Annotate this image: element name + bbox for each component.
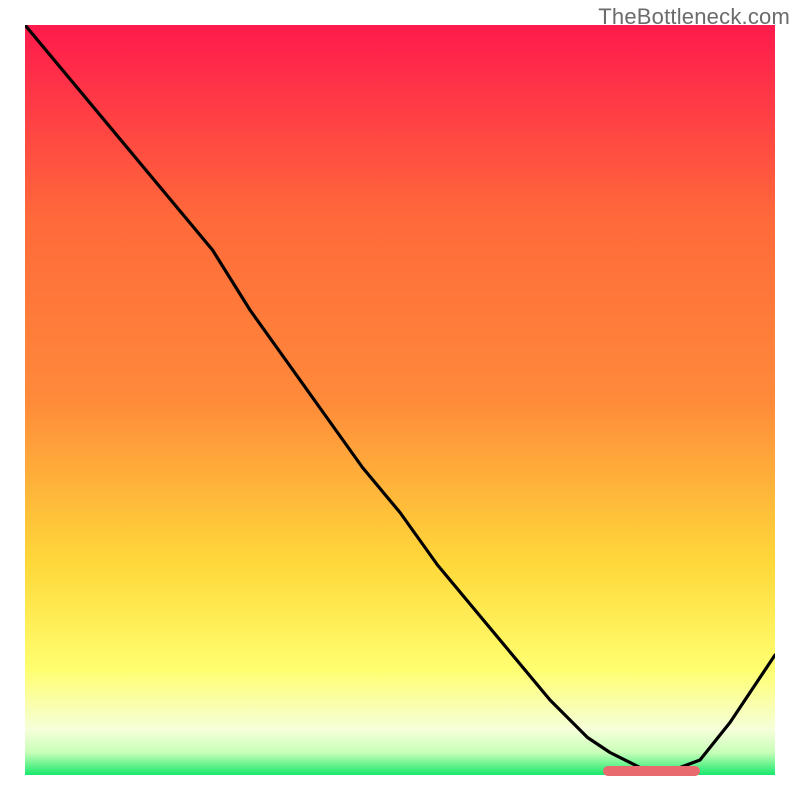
chart-svg xyxy=(25,25,775,775)
gradient-background xyxy=(25,25,775,775)
chart-container: TheBottleneck.com xyxy=(0,0,800,800)
plot-area xyxy=(25,25,775,775)
optimal-range-marker xyxy=(603,766,701,776)
